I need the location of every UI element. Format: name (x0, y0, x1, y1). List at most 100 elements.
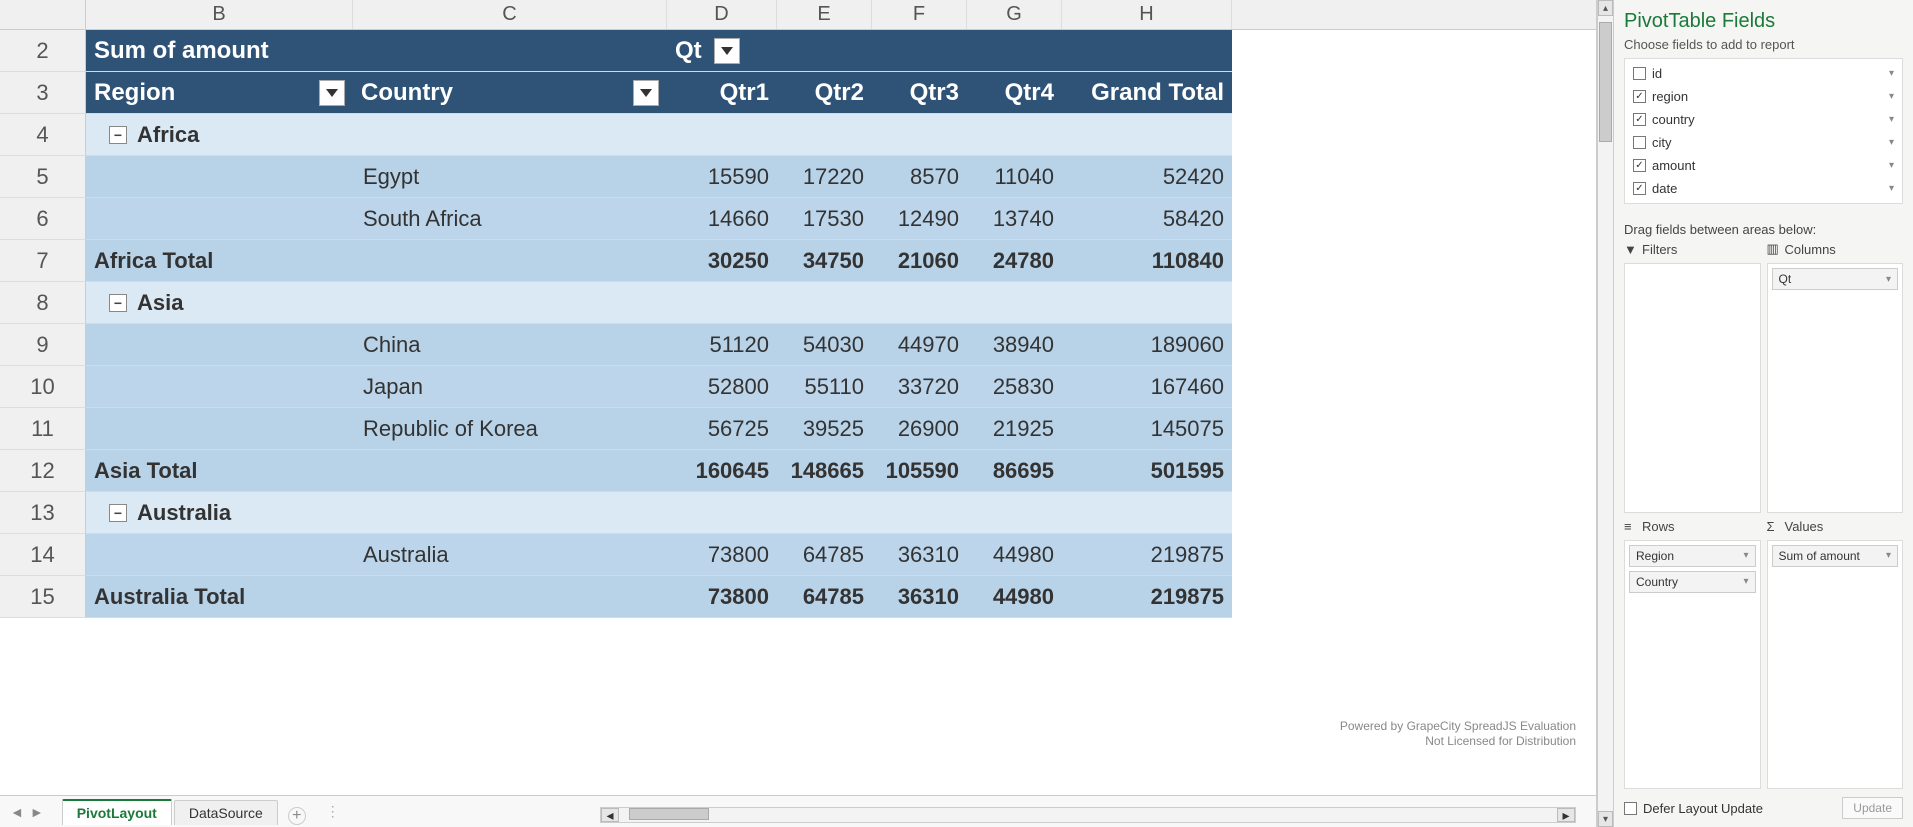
[interactable] (353, 240, 667, 282)
region-Asia[interactable]: −Asia (86, 282, 353, 324)
area-box-rows[interactable]: Region▾Country▾ (1624, 540, 1761, 790)
[interactable] (86, 366, 353, 408)
[interactable]: 44970 (872, 324, 967, 366)
country-South Africa[interactable]: South Africa (353, 198, 667, 240)
col-header-B[interactable]: B (86, 0, 353, 29)
chevron-down-icon[interactable]: ▾ (1889, 114, 1894, 125)
cell-D2[interactable]: Qt (667, 30, 777, 72)
[interactable]: 189060 (1062, 324, 1232, 366)
defer-layout-toggle[interactable]: Defer Layout Update (1624, 801, 1763, 816)
[interactable] (1062, 282, 1232, 324)
[interactable] (967, 114, 1062, 156)
[interactable]: 15590 (667, 156, 777, 198)
[interactable]: 110840 (1062, 240, 1232, 282)
field-city[interactable]: city ▾ (1625, 132, 1902, 153)
row-header-11[interactable]: 11 (0, 408, 86, 450)
[interactable]: 21925 (967, 408, 1062, 450)
[interactable] (86, 324, 353, 366)
[interactable] (86, 156, 353, 198)
chevron-down-icon[interactable]: ▾ (1889, 160, 1894, 171)
checkbox-date[interactable] (1633, 182, 1646, 195)
[interactable]: 24780 (967, 240, 1062, 282)
[interactable]: 219875 (1062, 534, 1232, 576)
row-header-2[interactable]: 2 (0, 30, 86, 72)
[interactable]: 21060 (872, 240, 967, 282)
region-Africa[interactable]: −Africa (86, 114, 353, 156)
country-Egypt[interactable]: Egypt (353, 156, 667, 198)
chevron-down-icon[interactable]: ▾ (1889, 68, 1894, 79)
[interactable] (777, 114, 872, 156)
checkbox-city[interactable] (1633, 136, 1646, 149)
[interactable]: 38940 (967, 324, 1062, 366)
pill-values-Sum of amount[interactable]: Sum of amount▾ (1772, 545, 1899, 567)
horizontal-scrollbar[interactable]: ◂ ▸ (600, 807, 1576, 823)
row-header-7[interactable]: 7 (0, 240, 86, 282)
country-China[interactable]: China (353, 324, 667, 366)
cell-H3[interactable]: Grand Total (1062, 72, 1232, 114)
[interactable]: 73800 (667, 576, 777, 618)
country-Republic of Korea[interactable]: Republic of Korea (353, 408, 667, 450)
cell-H2[interactable] (1062, 30, 1232, 72)
update-button[interactable]: Update (1842, 797, 1903, 819)
area-box-filters[interactable] (1624, 263, 1761, 513)
cell-C4[interactable] (353, 114, 667, 156)
chevron-down-icon[interactable]: ▾ (1889, 183, 1894, 194)
[interactable] (667, 282, 777, 324)
tab-pivotlayout[interactable]: PivotLayout (62, 799, 172, 825)
row-header-15[interactable]: 15 (0, 576, 86, 618)
row-header-9[interactable]: 9 (0, 324, 86, 366)
[interactable]: 148665 (777, 450, 872, 492)
[interactable]: 52420 (1062, 156, 1232, 198)
row-header-4[interactable]: 4 (0, 114, 86, 156)
[interactable]: 30250 (667, 240, 777, 282)
collapse-toggle-Australia[interactable]: − (109, 504, 127, 522)
col-header-E[interactable]: E (777, 0, 872, 29)
[interactable]: 501595 (1062, 450, 1232, 492)
cell-C8[interactable] (353, 282, 667, 324)
cell-E2[interactable] (777, 30, 872, 72)
[interactable]: 51120 (667, 324, 777, 366)
selectall-corner[interactable] (0, 0, 86, 29)
cell-B2[interactable]: Sum of amount (86, 30, 353, 72)
[interactable]: 25830 (967, 366, 1062, 408)
hscroll-right[interactable]: ▸ (1557, 808, 1575, 822)
[interactable]: 54030 (777, 324, 872, 366)
col-header-F[interactable]: F (872, 0, 967, 29)
region-filter-button[interactable] (319, 80, 345, 106)
total-Australia[interactable]: Australia Total (86, 576, 353, 618)
[interactable] (86, 198, 353, 240)
cell-F3[interactable]: Qtr3 (872, 72, 967, 114)
area-box-values[interactable]: Sum of amount▾ (1767, 540, 1904, 790)
[interactable] (872, 492, 967, 534)
field-date[interactable]: date ▾ (1625, 178, 1902, 199)
[interactable]: 58420 (1062, 198, 1232, 240)
[interactable]: 44980 (967, 534, 1062, 576)
[interactable] (1062, 492, 1232, 534)
vertical-scrollbar[interactable]: ▴ ▾ (1597, 0, 1613, 827)
collapse-toggle-Africa[interactable]: − (109, 126, 127, 144)
country-Australia[interactable]: Australia (353, 534, 667, 576)
[interactable]: 56725 (667, 408, 777, 450)
checkbox-id[interactable] (1633, 67, 1646, 80)
[interactable]: 73800 (667, 534, 777, 576)
col-header-C[interactable]: C (353, 0, 667, 29)
[interactable] (667, 492, 777, 534)
[interactable]: 36310 (872, 576, 967, 618)
[interactable] (872, 282, 967, 324)
tab-nav-arrows[interactable]: ◄► (0, 804, 54, 820)
row-header-13[interactable]: 13 (0, 492, 86, 534)
col-header-G[interactable]: G (967, 0, 1062, 29)
[interactable] (86, 534, 353, 576)
col-header-H[interactable]: H (1062, 0, 1232, 29)
[interactable] (777, 492, 872, 534)
[interactable]: 86695 (967, 450, 1062, 492)
hscroll-track[interactable] (619, 808, 1557, 822)
area-box-columns[interactable]: Qt▾ (1767, 263, 1904, 513)
row-header-5[interactable]: 5 (0, 156, 86, 198)
row-header-14[interactable]: 14 (0, 534, 86, 576)
[interactable]: 64785 (777, 576, 872, 618)
collapse-toggle-Asia[interactable]: − (109, 294, 127, 312)
[interactable]: 17530 (777, 198, 872, 240)
cell-C13[interactable] (353, 492, 667, 534)
cell-C2[interactable] (353, 30, 667, 72)
